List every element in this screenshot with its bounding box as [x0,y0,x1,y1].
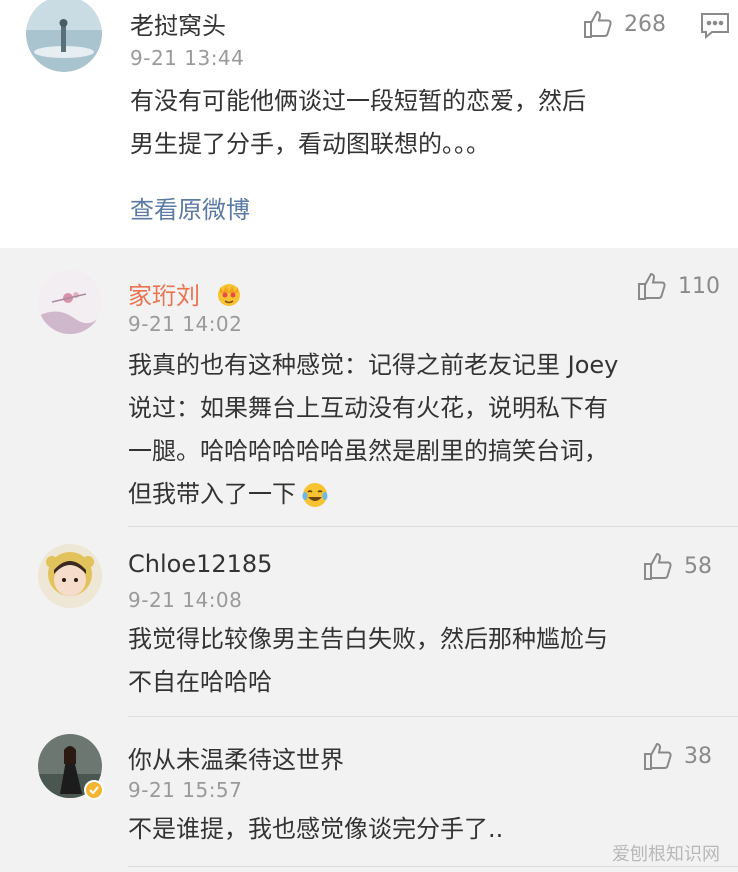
divider [128,716,738,717]
reply-line: 但我带入了一下 [128,473,718,516]
avatar[interactable] [38,544,102,608]
avatar[interactable] [26,0,102,72]
view-original-link[interactable]: 查看原微博 [130,190,250,225]
username[interactable]: 你从未温柔待这世界 [128,740,344,775]
reply-line: 不自在哈哈哈 [128,668,272,696]
divider [128,866,738,867]
timestamp: 9-21 14:08 [128,588,243,612]
replies-section: 家珩刘 9-21 14:02 110 我真的也有这种感觉：记得之前老友记里 Jo… [0,248,738,872]
thumbs-up-icon [638,272,666,300]
reply-text: 我真的也有这种感觉：记得之前老友记里 Joey 说过：如果舞台上互动没有火花，说… [128,344,718,516]
comment-line: 男生提了分手，看动图联想的。。。 [130,130,490,158]
verified-badge-icon [84,780,104,800]
thumbs-up-icon [584,10,612,38]
like-button[interactable]: 58 [642,550,712,582]
username[interactable]: 家珩刘 [128,276,200,311]
like-button[interactable]: 38 [642,740,712,772]
watermark: 爱刨根知识网 [612,844,720,865]
laughing-tears-emoji-icon [302,482,328,507]
avatar[interactable] [38,270,102,334]
reply-line: 我觉得比较像男主告白失败，然后那种尴尬与 [128,625,608,653]
thumbs-up-icon [644,742,672,770]
thumbs-up-icon [644,552,672,580]
like-count: 38 [684,743,712,769]
comment-line: 有没有可能他俩谈过一段短暂的恋爱，然后 [130,87,586,115]
timestamp: 9-21 15:57 [128,778,243,802]
like-button[interactable]: 110 [636,270,720,302]
timestamp: 9-21 14:02 [128,312,243,336]
comment-icon[interactable] [700,12,730,40]
comment-text: 有没有可能他俩谈过一段短暂的恋爱，然后 男生提了分手，看动图联想的。。。 [130,80,720,166]
username[interactable]: Chloe12185 [128,550,272,578]
like-count: 268 [624,11,666,37]
reply-line: 说过：如果舞台上互动没有火花，说明私下有 [128,394,608,422]
crown-emoji-icon [218,284,240,306]
like-count: 58 [684,553,712,579]
timestamp: 9-21 13:44 [130,46,245,70]
reply-text: 我觉得比较像男主告白失败，然后那种尴尬与 不自在哈哈哈 [128,618,718,704]
divider [128,526,738,527]
username[interactable]: 老挝窝头 [130,6,226,41]
main-comment: 老挝窝头 9-21 13:44 268 有没有可能他俩谈过一段短暂的恋爱，然后 … [0,0,738,248]
reply-line: 一腿。哈哈哈哈哈哈虽然是剧里的搞笑台词， [128,437,608,465]
like-button[interactable]: 268 [582,8,666,40]
like-count: 110 [678,273,720,299]
reply-line: 我真的也有这种感觉：记得之前老友记里 Joey [128,351,619,379]
